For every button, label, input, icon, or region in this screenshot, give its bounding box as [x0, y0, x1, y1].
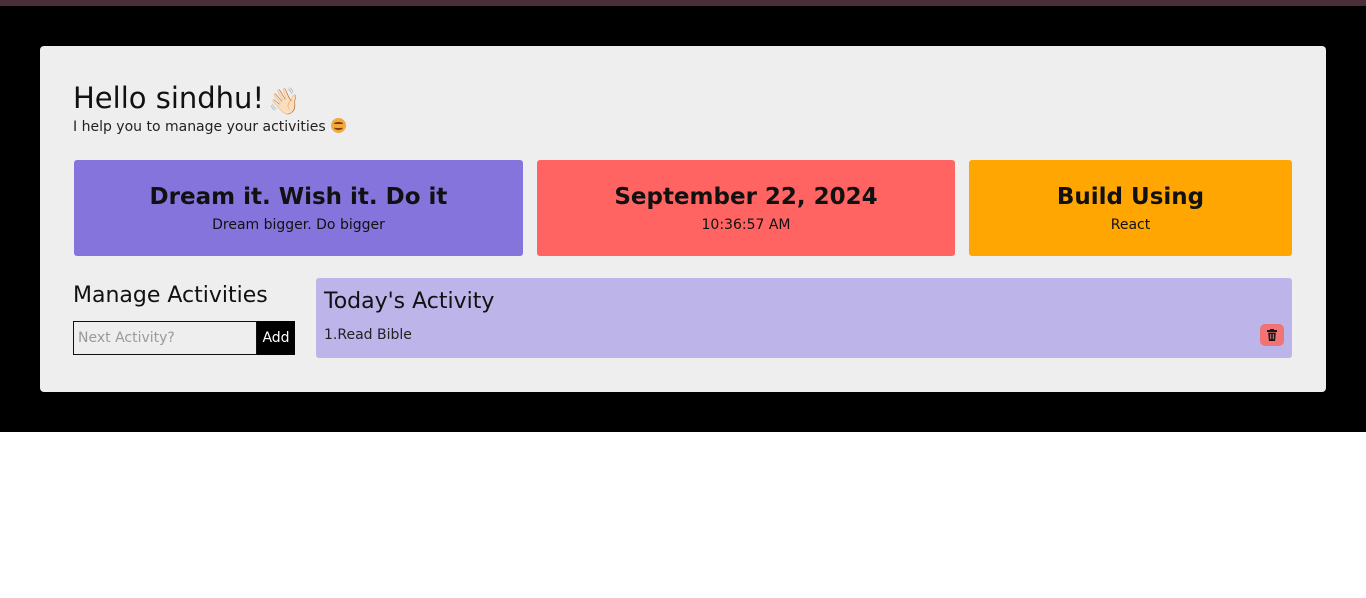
- delete-activity-button[interactable]: [1260, 324, 1284, 346]
- motivation-card-subtitle: Dream bigger. Do bigger: [212, 217, 385, 233]
- date-card: September 22, 2024 10:36:57 AM: [537, 160, 955, 256]
- trash-icon: [1267, 329, 1277, 341]
- build-card-tech: React: [1110, 217, 1151, 233]
- app-background: Hello sindhu! 👋🏻 I help you to manage you…: [0, 6, 1366, 432]
- build-card-title: Build Using: [1056, 184, 1205, 210]
- todays-activity-panel: Today's Activity 1.Read Bible: [316, 278, 1292, 358]
- greeting-text: Hello sindhu!: [73, 81, 265, 115]
- smiling-face-icon: [330, 118, 346, 133]
- manage-activities-title: Manage Activities: [73, 283, 268, 308]
- main-panel: Hello sindhu! 👋🏻 I help you to manage you…: [40, 46, 1326, 392]
- build-card: Build Using React: [969, 160, 1292, 256]
- add-activity-button[interactable]: Add: [257, 321, 295, 355]
- date-card-time: 10:36:57 AM: [701, 217, 791, 233]
- list-item: 1.Read Bible: [324, 324, 1284, 346]
- waving-hand-icon: 👋🏻: [268, 87, 301, 117]
- next-activity-input[interactable]: [73, 321, 257, 355]
- date-card-date: September 22, 2024: [614, 184, 878, 210]
- subtitle-text: I help you to manage your activities: [73, 119, 326, 135]
- motivation-card: Dream it. Wish it. Do it Dream bigger. D…: [74, 160, 523, 256]
- greeting-subtitle: I help you to manage your activities: [73, 118, 346, 136]
- motivation-card-title: Dream it. Wish it. Do it: [149, 184, 448, 210]
- activity-label: 1.Read Bible: [324, 327, 412, 343]
- greeting-heading: Hello sindhu! 👋🏻: [73, 80, 300, 120]
- todays-activity-title: Today's Activity: [324, 289, 495, 314]
